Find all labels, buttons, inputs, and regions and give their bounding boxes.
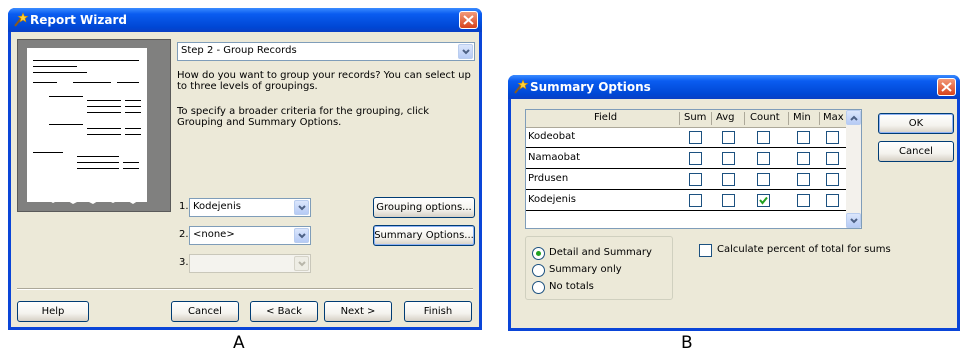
min-checkbox[interactable] [797,152,810,165]
cancel-button[interactable]: Cancel [171,301,239,322]
avg-checkbox[interactable] [722,194,735,207]
table-row: Kodejenis [526,190,848,211]
ok-button[interactable]: OK [878,113,954,134]
step-select-value: Step 2 - Group Records [181,45,297,56]
level-3-number: 3. [179,257,189,268]
report-wizard-window: Report Wizard Step 2 - Group Records How… [8,8,482,330]
summary-fields-grid: Field Sum Avg Count Min Max Kodeobat Nama… [525,109,862,229]
level-2-number: 2. [179,229,189,240]
count-checkbox[interactable] [757,173,770,186]
percent-checkbox[interactable] [699,244,712,257]
column-header-count: Count [750,112,780,123]
level-2-value: <none> [193,229,235,240]
chevron-down-icon [850,218,858,224]
wizard-client-area: Step 2 - Group Records How do you want t… [11,32,479,327]
count-checkbox[interactable] [757,131,770,144]
grid-header: Field Sum Avg Count Min Max [526,110,848,128]
window-title: Report Wizard [30,13,127,27]
torn-edge-icon [27,192,147,204]
radio-summary-only[interactable] [532,264,545,277]
field-name: Kodejenis [528,194,576,205]
sum-checkbox[interactable] [689,131,702,144]
step-select[interactable]: Step 2 - Group Records [177,42,475,61]
caption-a: A [233,333,245,353]
totals-radio-group: Detail and Summary Summary only No totals [525,236,673,300]
min-checkbox[interactable] [797,194,810,207]
scroll-up-button[interactable] [846,110,861,125]
column-header-avg: Avg [716,112,735,123]
field-name: Namaobat [528,152,580,163]
column-header-sum: Sum [684,112,707,123]
instruction-text-2: To specify a broader criteria for the gr… [177,106,430,128]
chevron-down-icon[interactable] [294,228,309,243]
level-3-select [189,254,311,273]
avg-checkbox[interactable] [722,131,735,144]
check-icon [759,196,768,205]
level-2-select[interactable]: <none> [189,226,311,245]
finish-button[interactable]: Finish [404,301,472,322]
summary-options-titlebar[interactable]: Summary Options [508,75,960,99]
column-header-field: Field [594,112,618,123]
summary-options-window: Summary Options Field Sum Avg Count Min … [508,75,960,331]
chevron-down-icon[interactable] [458,44,473,59]
level-1-number: 1. [179,201,189,212]
scroll-down-button[interactable] [846,213,861,228]
max-checkbox[interactable] [826,194,839,207]
radio-detail-and-summary[interactable] [532,247,545,260]
radio-label-no-totals: No totals [549,281,594,292]
count-checkbox[interactable] [757,194,770,207]
caption-b: B [681,333,693,353]
radio-label-summary-only: Summary only [549,264,622,275]
count-checkbox[interactable] [757,152,770,165]
summary-client-area: Field Sum Avg Count Min Max Kodeobat Nama… [511,99,957,328]
max-checkbox[interactable] [826,131,839,144]
wizard-icon [14,12,29,27]
level-1-value: Kodejenis [193,201,241,212]
cancel-button[interactable]: Cancel [878,141,954,162]
avg-checkbox[interactable] [722,173,735,186]
chevron-down-icon [294,256,309,271]
close-icon [941,82,952,92]
chevron-up-icon [850,115,858,121]
close-button[interactable] [459,11,478,29]
close-button[interactable] [937,78,956,96]
window-title: Summary Options [530,80,651,94]
field-name: Prdusen [528,173,569,184]
avg-checkbox[interactable] [722,152,735,165]
footer-divider [17,288,473,290]
close-icon [463,15,474,25]
back-button[interactable]: < Back [250,301,318,322]
instruction-text-1: How do you want to group your records? Y… [177,70,471,92]
paper-illustration [27,48,147,204]
field-name: Kodeobat [528,131,576,142]
max-checkbox[interactable] [826,152,839,165]
table-row: Kodeobat [526,127,848,148]
table-row: Prdusen [526,169,848,190]
report-preview-image [17,39,171,212]
percent-checkbox-label: Calculate percent of total for sums [717,244,891,255]
radio-label-detail-and-summary: Detail and Summary [549,247,652,258]
chevron-down-icon[interactable] [294,200,309,215]
summary-options-button[interactable]: Summary Options... [373,225,475,246]
wizard-icon [514,79,529,94]
grouping-options-button[interactable]: Grouping options... [373,197,475,218]
min-checkbox[interactable] [797,131,810,144]
grid-scrollbar[interactable] [846,110,861,228]
report-wizard-titlebar[interactable]: Report Wizard [8,8,482,32]
min-checkbox[interactable] [797,173,810,186]
max-checkbox[interactable] [826,173,839,186]
help-button[interactable]: Help [17,301,89,322]
sum-checkbox[interactable] [689,173,702,186]
sum-checkbox[interactable] [689,152,702,165]
column-header-max: Max [823,112,844,123]
next-button[interactable]: Next > [324,301,392,322]
sum-checkbox[interactable] [689,194,702,207]
radio-no-totals[interactable] [532,281,545,294]
level-1-select[interactable]: Kodejenis [189,198,311,217]
table-row: Namaobat [526,148,848,169]
column-header-min: Min [793,112,811,123]
